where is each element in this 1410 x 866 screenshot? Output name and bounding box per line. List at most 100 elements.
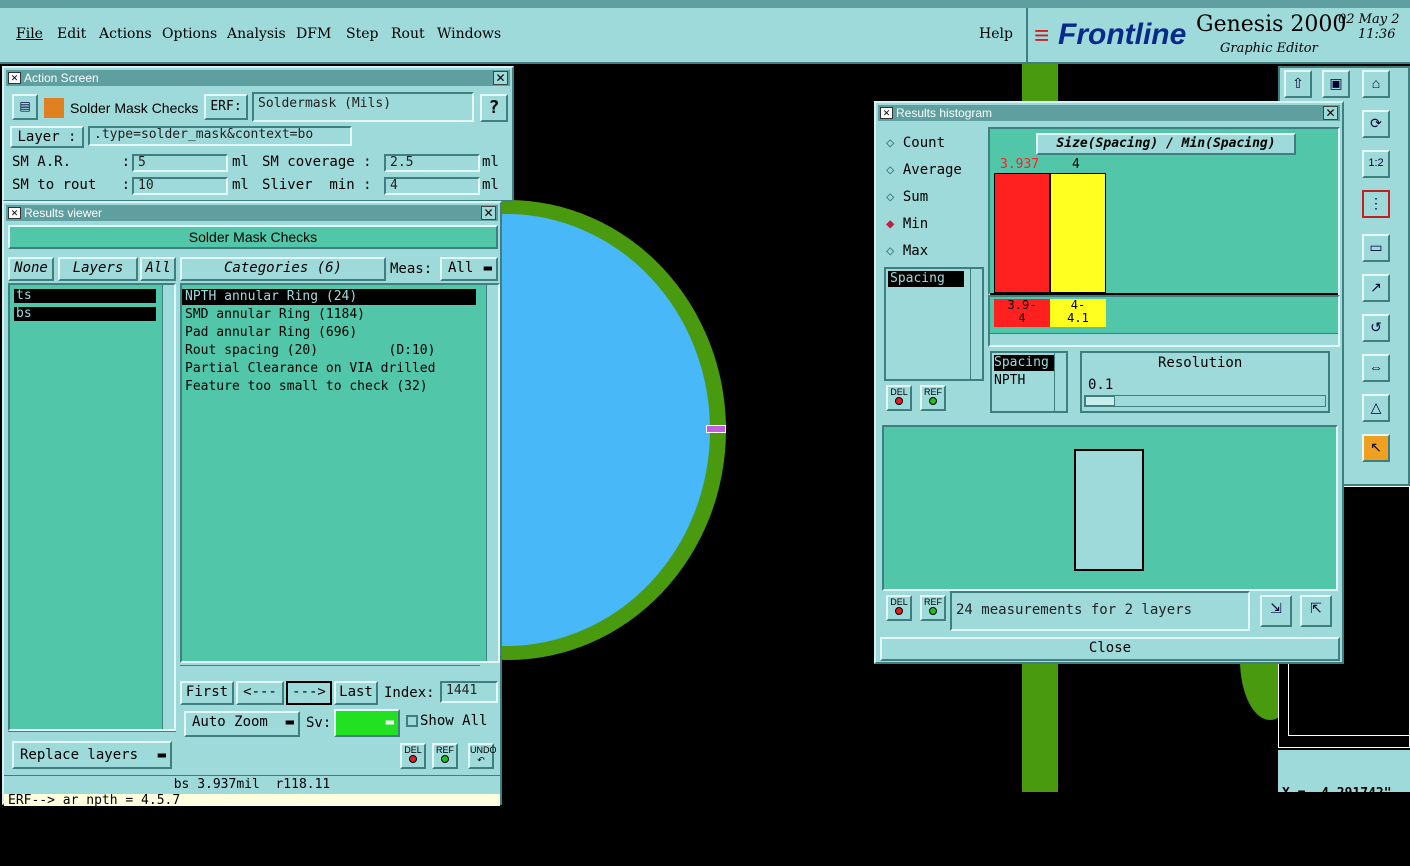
histogram-hscroll[interactable] <box>990 333 1338 345</box>
menu-step[interactable]: Step <box>346 26 378 42</box>
category-item[interactable]: Pad annular Ring (696) <box>185 325 357 341</box>
next-button[interactable]: ---> <box>286 681 332 705</box>
layers-list[interactable]: ts bs <box>8 283 176 731</box>
category-item[interactable]: NPTH annular Ring (24) <box>182 289 476 305</box>
window-menu-icon[interactable]: ✕ <box>880 107 893 119</box>
ruler-icon[interactable]: ▭ <box>1362 234 1390 262</box>
list-item[interactable]: NPTH <box>994 373 1025 389</box>
save-icon[interactable]: ▣ <box>1322 70 1350 98</box>
category-item[interactable]: SMD annular Ring (1184) <box>185 307 365 323</box>
list-item[interactable]: Spacing <box>888 271 964 287</box>
bar-label-top: 3.937 <box>1000 157 1040 172</box>
close-button[interactable]: Close <box>880 637 1340 661</box>
list-item[interactable]: Spacing <box>994 355 1054 371</box>
scale-icon[interactable]: 1:2 <box>1362 150 1390 178</box>
category-item[interactable]: Feature too small to check (32) <box>185 379 428 395</box>
last-button[interactable]: Last <box>334 681 378 705</box>
show-all-checkbox[interactable] <box>406 715 418 727</box>
menu-help[interactable]: Help <box>979 26 1013 42</box>
histogram-bar[interactable] <box>1050 173 1106 293</box>
dropdown-icon: ▬ <box>157 747 166 763</box>
ref-button[interactable]: REF <box>920 385 946 411</box>
categories-hscroll[interactable] <box>180 665 480 677</box>
replace-layers-select[interactable]: Replace layers ▬ <box>12 741 172 769</box>
help-button[interactable]: ? <box>480 94 508 122</box>
del-button[interactable]: DEL <box>886 595 912 621</box>
sm-cov-field[interactable]: 2.5 <box>384 154 480 172</box>
category-item[interactable]: Rout spacing (20) (D:10) <box>185 343 435 359</box>
menu-dfm[interactable]: DFM <box>296 26 331 42</box>
attr-select-list[interactable]: Spacing NPTH <box>990 351 1068 413</box>
option-sum[interactable]: ◇ Sum <box>886 189 928 205</box>
close-icon[interactable]: ✕ <box>493 71 508 85</box>
home-icon[interactable]: ⌂ <box>1362 70 1390 98</box>
action-screen-window: ✕ Action Screen ✕ ▤ Solder Mask Checks E… <box>2 66 514 202</box>
connect-icon[interactable]: ⋮ <box>1362 190 1390 218</box>
rotate-icon[interactable]: ↺ <box>1362 314 1390 342</box>
attribute-scrollbar[interactable] <box>970 269 982 379</box>
ref-button[interactable]: REF <box>920 595 946 621</box>
list-item[interactable]: bs <box>14 307 156 321</box>
window-menu-icon[interactable]: ✕ <box>8 72 21 84</box>
sm-rout-field[interactable]: 10 <box>132 177 228 195</box>
auto-zoom-select[interactable]: Auto Zoom ▬ <box>184 711 300 737</box>
export-icon[interactable]: ⇧ <box>1284 70 1312 98</box>
dropdown-icon: ▬ <box>483 260 492 276</box>
attribute-list[interactable]: Spacing <box>884 267 984 381</box>
category-item[interactable]: Partial Clearance on VIA drilled <box>185 361 435 377</box>
summary-field: 24 measurements for 2 layers <box>950 591 1250 631</box>
close-icon[interactable]: ✕ <box>481 206 496 220</box>
index-field[interactable]: 1441 <box>440 681 498 703</box>
red-dot-icon <box>895 607 903 615</box>
menu-options[interactable]: Options <box>162 26 217 42</box>
erf-field[interactable]: Soldermask (Mils) <box>252 92 474 122</box>
dropdown-icon: ▬ <box>385 714 394 730</box>
sliver-field[interactable]: 4 <box>384 177 480 195</box>
menu-actions[interactable]: Actions <box>99 26 152 42</box>
all-button[interactable]: All <box>140 257 176 281</box>
resolution-slider[interactable] <box>1084 395 1326 407</box>
menu-rout[interactable]: Rout <box>391 26 425 42</box>
option-average[interactable]: ◇ Average <box>886 162 962 178</box>
layer-field[interactable]: .type=solder_mask&context=bo <box>88 126 352 146</box>
sm-cov-label: SM coverage : <box>262 154 372 170</box>
layers-scrollbar[interactable] <box>162 285 174 729</box>
attr-scrollbar[interactable] <box>1054 353 1066 411</box>
menu-edit[interactable]: Edit <box>57 26 86 42</box>
del-button[interactable]: DEL <box>400 743 426 769</box>
import-chart-icon[interactable]: ⇱ <box>1300 595 1332 627</box>
layer-button[interactable]: Layer : <box>10 126 84 148</box>
menu-windows[interactable]: Windows <box>437 26 501 42</box>
undo-button[interactable]: UNDO ↶ <box>468 743 497 769</box>
check-icon <box>44 98 64 118</box>
triangle-icon[interactable]: △ <box>1362 394 1390 422</box>
none-button[interactable]: None <box>8 257 54 281</box>
zoom-icon[interactable]: ⟳ <box>1362 110 1390 138</box>
categories-scrollbar[interactable] <box>486 285 498 661</box>
sv-color-select[interactable]: ▬ <box>334 709 400 737</box>
erf-button[interactable]: ERF: <box>204 94 248 120</box>
option-min[interactable]: ◆ Min <box>886 216 928 232</box>
red-dot-icon <box>895 397 903 405</box>
prev-button[interactable]: <--- <box>236 681 284 705</box>
action-screen-titlebar: ✕ Action Screen ✕ <box>6 70 510 86</box>
window-menu-icon[interactable]: ✕ <box>8 207 21 219</box>
menu-file[interactable]: File <box>16 26 43 42</box>
meas-select[interactable]: All ▬ <box>440 257 498 281</box>
close-icon[interactable]: ✕ <box>1323 106 1338 120</box>
list-item[interactable]: ts <box>14 289 156 303</box>
sm-ar-field[interactable]: 5 <box>132 154 228 172</box>
slider-thumb[interactable] <box>1085 396 1115 406</box>
ref-button[interactable]: REF <box>432 743 458 769</box>
option-max[interactable]: ◇ Max <box>886 243 928 259</box>
measure-icon[interactable]: ⇔ <box>1362 354 1390 382</box>
first-button[interactable]: First <box>180 681 234 705</box>
list-icon[interactable]: ▤ <box>12 94 38 120</box>
menu-analysis[interactable]: Analysis <box>227 26 286 42</box>
export-chart-icon[interactable]: ⇲ <box>1260 595 1292 627</box>
draw-line-icon[interactable]: ↗ <box>1362 274 1390 302</box>
del-button[interactable]: DEL <box>886 385 912 411</box>
histogram-bar[interactable] <box>994 173 1050 293</box>
cursor-icon[interactable]: ↖ <box>1362 434 1390 462</box>
option-count[interactable]: ◇ Count <box>886 135 945 151</box>
